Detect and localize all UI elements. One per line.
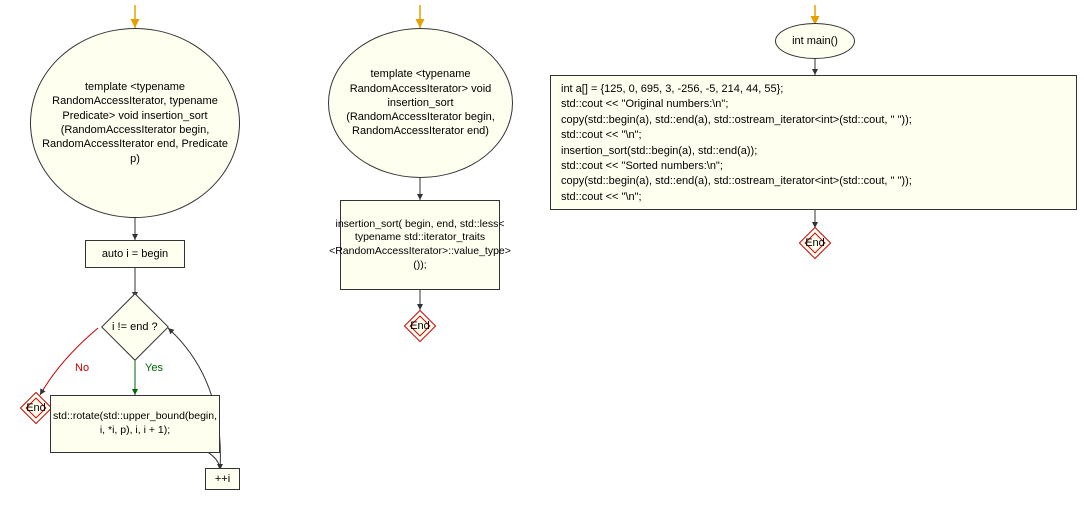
body-text: std::rotate(std::upper_bound(begin, i, *… bbox=[53, 410, 217, 437]
end-node-left: End bbox=[18, 390, 54, 426]
increment-box: ++i bbox=[205, 468, 240, 490]
start-node: int main() bbox=[775, 23, 855, 59]
flowchart-insertion-sort-default: template <typename RandomAccessIterator>… bbox=[310, 0, 530, 400]
body-box: insertion_sort( begin, end, std::less< t… bbox=[340, 200, 500, 290]
end-label: End bbox=[805, 237, 825, 249]
no-label: No bbox=[75, 362, 89, 374]
start-text: template <typename RandomAccessIterator>… bbox=[337, 67, 504, 138]
flowchart-insertion-sort-predicate: template <typename RandomAccessIterator,… bbox=[0, 0, 270, 516]
decision-text: i != end ? bbox=[112, 321, 158, 333]
end-label: End bbox=[26, 402, 46, 414]
yes-label: Yes bbox=[145, 362, 163, 374]
start-text: template <typename RandomAccessIterator,… bbox=[39, 80, 231, 166]
body-text: insertion_sort( begin, end, std::less< t… bbox=[329, 218, 511, 273]
flowchart-main: int main() int a[] = {125, 0, 695, 3, -2… bbox=[545, 0, 1084, 300]
start-node: template <typename RandomAccessIterator>… bbox=[328, 28, 513, 178]
decision-node: i != end ? bbox=[101, 293, 169, 361]
body-box: std::rotate(std::upper_bound(begin, i, *… bbox=[50, 395, 220, 453]
body-box: int a[] = {125, 0, 695, 3, -256, -5, 214… bbox=[550, 75, 1077, 210]
end-node: End bbox=[402, 308, 438, 344]
init-box: auto i = begin bbox=[85, 240, 185, 268]
end-node: End bbox=[797, 225, 833, 261]
increment-text: ++i bbox=[215, 473, 230, 485]
start-text: int main() bbox=[792, 35, 838, 47]
start-node: template <typename RandomAccessIterator,… bbox=[30, 28, 240, 218]
body-text: int a[] = {125, 0, 695, 3, -256, -5, 214… bbox=[561, 82, 912, 205]
end-label: End bbox=[410, 320, 430, 332]
init-text: auto i = begin bbox=[102, 248, 168, 260]
